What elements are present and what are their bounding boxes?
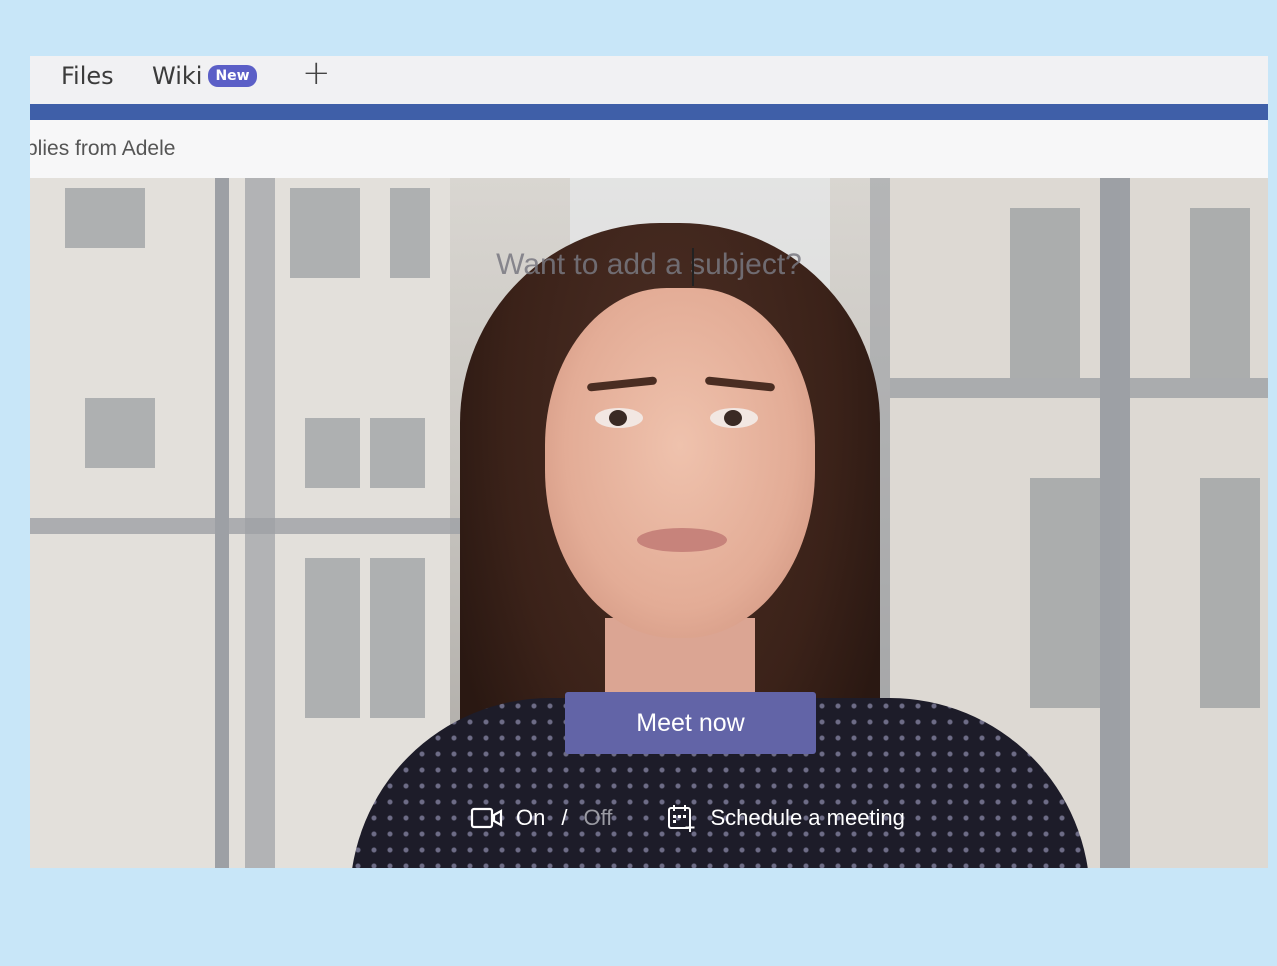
replies-text[interactable]: plies from Adele: [30, 120, 1268, 178]
toggle-separator: /: [561, 805, 568, 830]
window-pane: [1010, 208, 1080, 378]
window-pane: [305, 558, 360, 718]
tab-wiki[interactable]: Wiki New: [152, 62, 257, 90]
person-lips: [637, 528, 727, 552]
tab-files[interactable]: Files: [61, 62, 114, 90]
window-pane: [1200, 478, 1260, 708]
window-pane: [65, 188, 145, 248]
accent-bar: [30, 104, 1268, 120]
schedule-meeting-label: Schedule a meeting: [710, 805, 905, 830]
tab-files-label: Files: [61, 62, 114, 90]
tab-bar: Files Wiki New +: [30, 56, 1268, 104]
teams-window: Files Wiki New + plies from Adele Want t…: [30, 56, 1268, 868]
meeting-controls: On / Off Schedule a meeting: [470, 800, 905, 836]
window-pane: [85, 398, 155, 468]
text-cursor: [692, 248, 694, 286]
camera-icon[interactable]: [470, 806, 504, 830]
video-preview: Want to add a subject? Meet now On / Off: [30, 178, 1268, 868]
add-tab-button[interactable]: +: [302, 56, 331, 90]
meet-now-button[interactable]: Meet now: [565, 692, 816, 754]
person-eye: [595, 408, 643, 428]
window-pane: [370, 418, 425, 488]
window-frame: [30, 518, 470, 534]
window-frame: [890, 378, 1268, 398]
person-eye: [710, 408, 758, 428]
window-pane: [1190, 208, 1250, 378]
new-badge: New: [208, 65, 257, 87]
subject-input[interactable]: Want to add a subject?: [30, 248, 1268, 282]
tab-wiki-label: Wiki: [152, 62, 203, 90]
window-pane: [370, 558, 425, 718]
person-brow: [704, 376, 776, 392]
window-pane: [1030, 478, 1110, 708]
person-brow: [586, 376, 658, 392]
replies-label: plies from Adele: [30, 137, 176, 160]
video-on-toggle[interactable]: On: [516, 805, 545, 831]
calendar-add-icon: [668, 805, 695, 832]
window-pane: [305, 418, 360, 488]
schedule-meeting-button[interactable]: Schedule a meeting: [666, 803, 905, 833]
person-face: [545, 288, 815, 638]
video-off-toggle[interactable]: Off: [583, 805, 612, 831]
